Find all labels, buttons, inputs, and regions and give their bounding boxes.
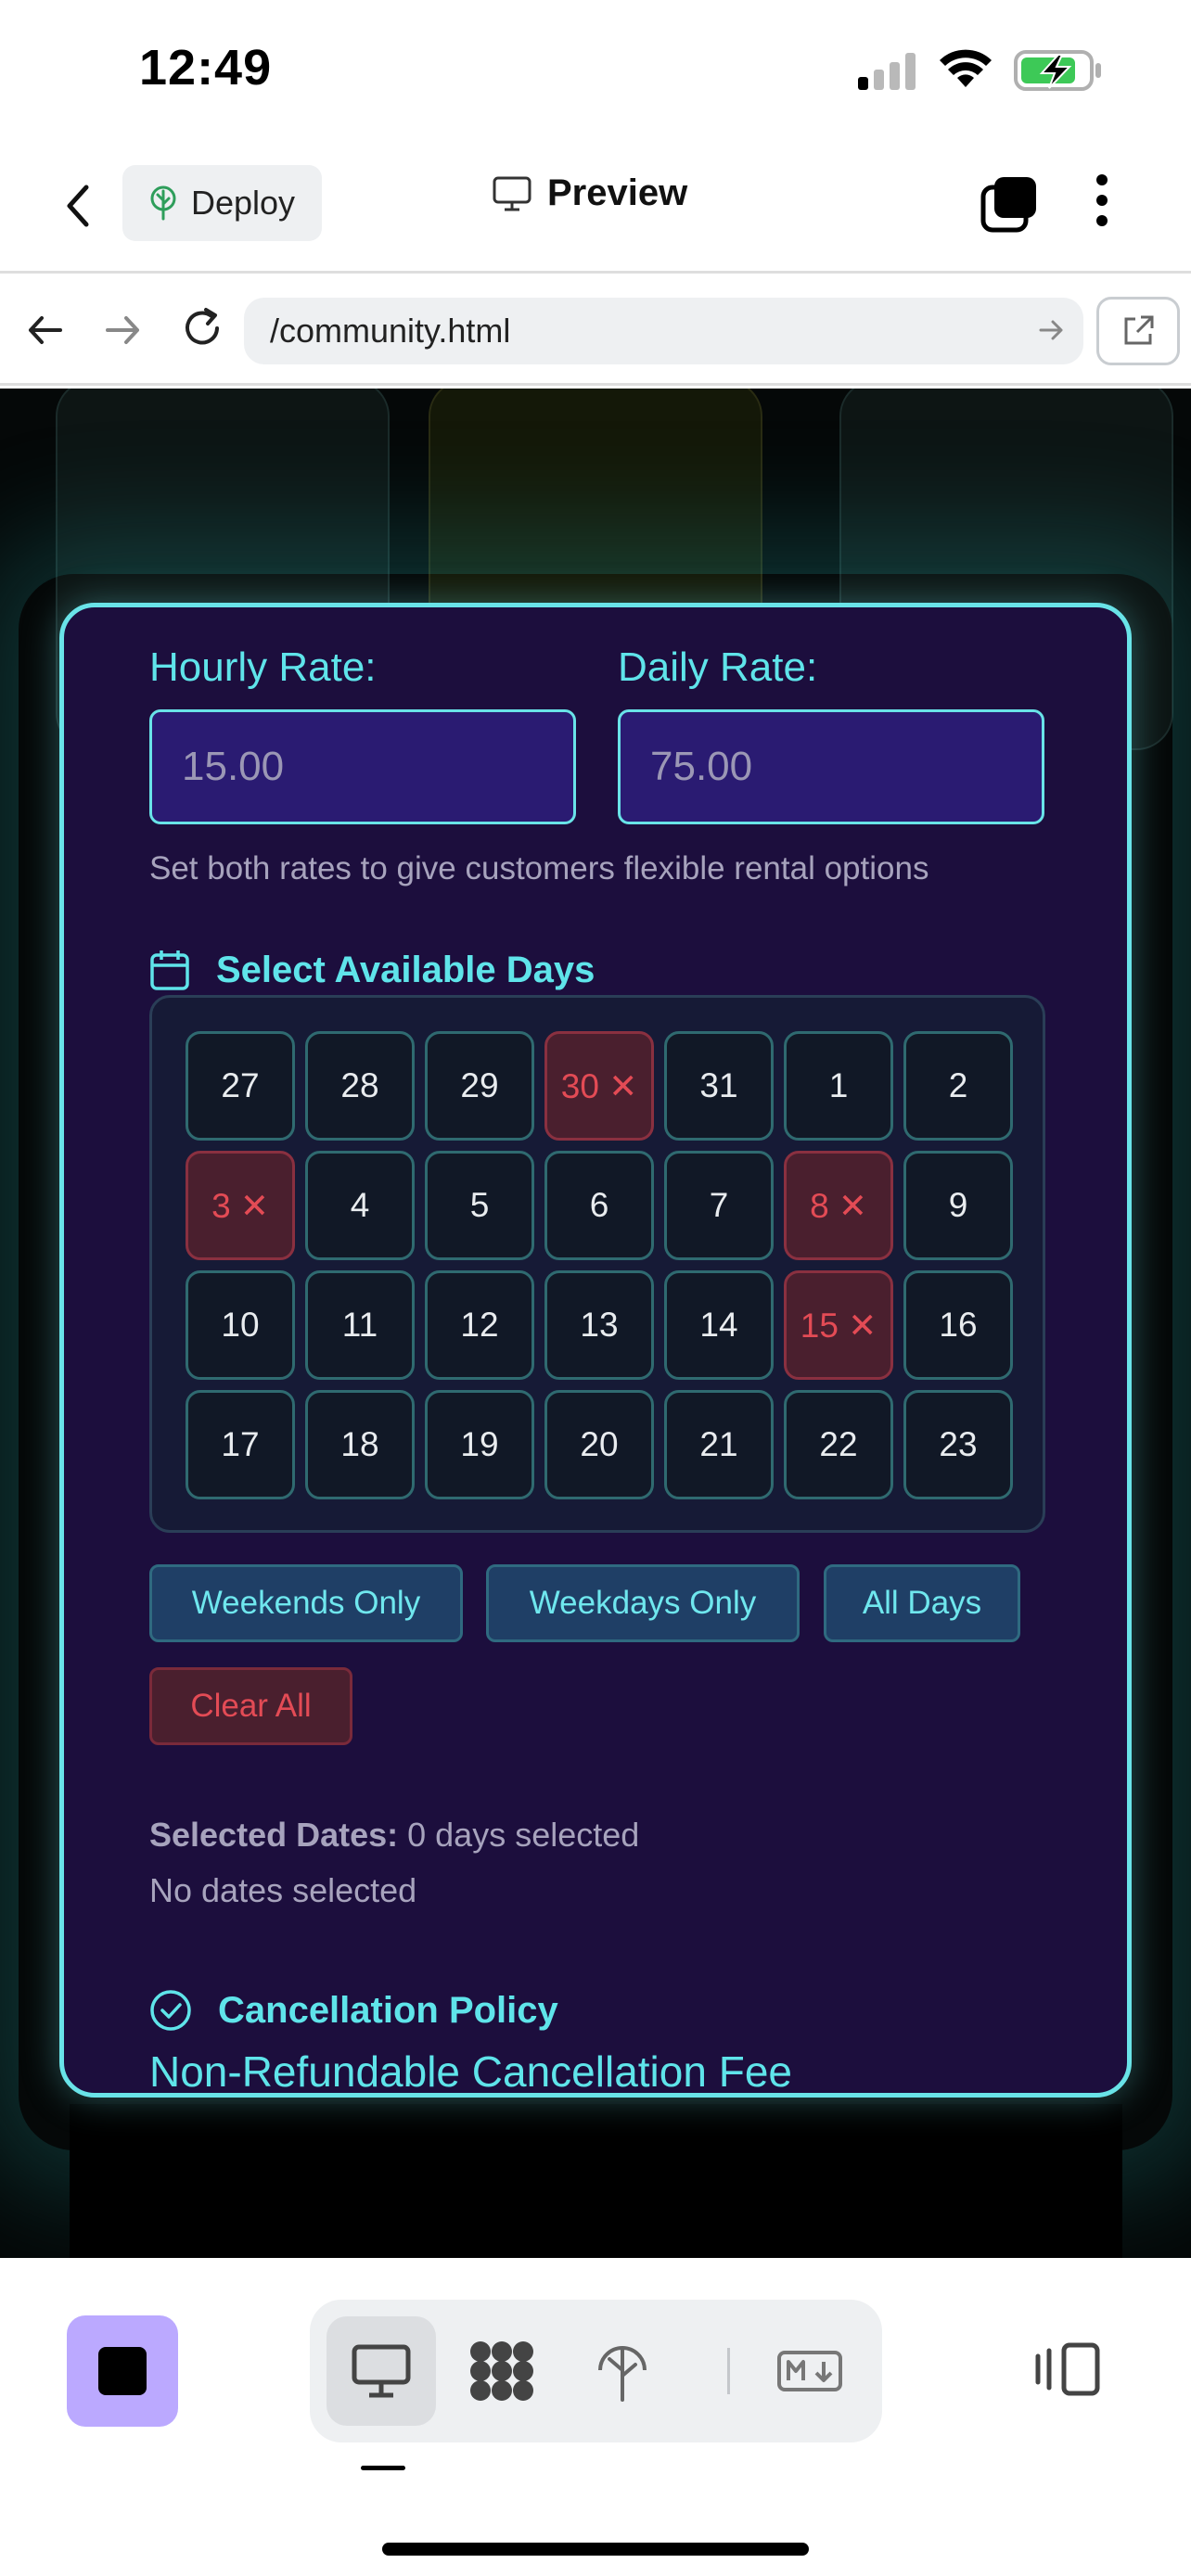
deploy-tree-icon — [150, 185, 176, 221]
monitor-icon — [352, 2344, 411, 2398]
selected-dates-count: 0 days selected — [407, 1816, 640, 1854]
day-cell[interactable]: 23 — [903, 1390, 1013, 1499]
rate-helper-text: Set both rates to give customers flexibl… — [149, 850, 929, 886]
day-cell[interactable]: 2 — [903, 1031, 1013, 1141]
preview-mode-button[interactable] — [327, 2316, 436, 2426]
calendar-icon — [150, 950, 189, 990]
preview-title: Preview — [492, 172, 687, 214]
deploy-label: Deploy — [191, 184, 296, 222]
day-cell[interactable]: 27 — [186, 1031, 295, 1141]
cancellation-title: Cancellation Policy — [218, 1989, 558, 2031]
deploy-mode-button[interactable] — [568, 2316, 677, 2426]
bottom-toolbar — [0, 2258, 1191, 2576]
day-cell[interactable]: 1 — [784, 1031, 893, 1141]
day-cell[interactable]: 18 — [305, 1390, 415, 1499]
browser-toolbar: /community.html — [0, 276, 1191, 386]
back-button[interactable] — [58, 178, 98, 234]
day-cell[interactable]: 12 — [425, 1270, 534, 1380]
app-header: Deploy Preview — [0, 139, 1191, 274]
go-arrow-icon[interactable] — [1037, 316, 1065, 344]
day-cell[interactable]: 13 — [544, 1270, 654, 1380]
cancellation-heading: Cancellation Policy — [149, 1989, 558, 2032]
cancellation-fee-label: Non-Refundable Cancellation Fee — [149, 2047, 792, 2096]
day-cell-blocked[interactable]: 30 ✕ — [544, 1031, 654, 1141]
reload-icon — [186, 308, 219, 345]
day-cell[interactable]: 31 — [664, 1031, 774, 1141]
day-cell[interactable]: 28 — [305, 1031, 415, 1141]
browser-back-button[interactable] — [23, 308, 68, 357]
markdown-mode-button[interactable] — [755, 2316, 864, 2426]
day-cell-blocked[interactable]: 3 ✕ — [186, 1151, 295, 1260]
all-days-button[interactable]: All Days — [824, 1564, 1020, 1642]
hourly-rate-label: Hourly Rate: — [149, 644, 377, 690]
reload-button[interactable] — [178, 304, 226, 357]
grid-blob-icon — [470, 2341, 533, 2401]
cellular-signal-icon — [858, 51, 918, 90]
day-cell[interactable]: 22 — [784, 1390, 893, 1499]
deploy-tree-icon — [598, 2346, 647, 2402]
day-cell-blocked[interactable]: 8 ✕ — [784, 1151, 893, 1260]
arrow-left-icon — [29, 316, 62, 344]
url-text: /community.html — [270, 312, 511, 350]
clock: 12:49 — [139, 40, 273, 96]
status-bar: 12:49 — [0, 0, 1191, 139]
web-viewport: Hourly Rate: Daily Rate: 15.00 75.00 Set… — [0, 389, 1191, 2258]
deploy-button[interactable]: Deploy — [122, 165, 322, 241]
markdown-icon — [777, 2351, 842, 2391]
page-title: Preview — [547, 172, 688, 213]
day-cell[interactable]: 20 — [544, 1390, 654, 1499]
browser-forward-button[interactable] — [100, 308, 145, 357]
clear-all-button[interactable]: Clear All — [149, 1667, 352, 1745]
check-circle-icon — [150, 1990, 191, 2031]
wifi-icon — [937, 46, 994, 94]
tabs-button[interactable] — [980, 174, 1039, 238]
weekends-only-button[interactable]: Weekends Only — [149, 1564, 463, 1642]
day-cell[interactable]: 19 — [425, 1390, 534, 1499]
stop-icon — [98, 2347, 147, 2395]
stop-button[interactable] — [67, 2315, 178, 2427]
select-days-heading: Select Available Days — [149, 949, 595, 991]
battery-icon — [1014, 49, 1103, 96]
lower-section — [70, 2104, 1122, 2258]
day-cell[interactable]: 9 — [903, 1151, 1013, 1260]
select-days-title: Select Available Days — [216, 949, 596, 990]
day-cell[interactable]: 10 — [186, 1270, 295, 1380]
code-mode-button[interactable] — [447, 2316, 557, 2426]
monitor-icon — [493, 176, 531, 210]
device-rotate-icon — [1035, 2342, 1100, 2396]
more-button[interactable] — [1095, 172, 1109, 233]
divider — [727, 2348, 730, 2394]
tabs-icon — [980, 177, 1036, 233]
selected-dates-summary: Selected Dates: 0 days selected — [149, 1816, 639, 1855]
day-cell[interactable]: 6 — [544, 1151, 654, 1260]
day-cell[interactable]: 4 — [305, 1151, 415, 1260]
rental-settings-panel: Hourly Rate: Daily Rate: 15.00 75.00 Set… — [59, 603, 1132, 2098]
active-indicator — [361, 2466, 405, 2470]
device-toggle-button[interactable] — [1034, 2341, 1101, 2402]
hourly-rate-input[interactable]: 15.00 — [149, 709, 576, 824]
day-cell[interactable]: 5 — [425, 1151, 534, 1260]
no-dates-text: No dates selected — [149, 1871, 417, 1909]
day-cell-blocked[interactable]: 15 ✕ — [784, 1270, 893, 1380]
day-cell[interactable]: 21 — [664, 1390, 774, 1499]
open-external-button[interactable] — [1096, 297, 1180, 365]
view-mode-switcher — [310, 2300, 882, 2442]
chevron-left-icon — [67, 185, 89, 227]
day-picker-grid: 27 28 29 30 ✕ 31 1 2 3 ✕ 4 5 6 7 8 ✕ 9 10 11 12 13 14 15 ✕ 1… — [149, 995, 1045, 1533]
day-cell[interactable]: 29 — [425, 1031, 534, 1141]
url-field[interactable]: /community.html — [244, 298, 1083, 364]
daily-rate-input[interactable]: 75.00 — [618, 709, 1044, 824]
daily-rate-label: Daily Rate: — [618, 644, 818, 690]
day-cell[interactable]: 17 — [186, 1390, 295, 1499]
weekdays-only-button[interactable]: Weekdays Only — [486, 1564, 800, 1642]
arrow-right-icon — [106, 316, 139, 344]
selected-dates-label: Selected Dates: — [149, 1816, 399, 1854]
day-cell[interactable]: 16 — [903, 1270, 1013, 1380]
home-indicator — [382, 2543, 809, 2556]
day-cell[interactable]: 14 — [664, 1270, 774, 1380]
more-vertical-icon — [1096, 174, 1108, 226]
day-cell[interactable]: 7 — [664, 1151, 774, 1260]
external-link-icon — [1124, 315, 1154, 345]
day-cell[interactable]: 11 — [305, 1270, 415, 1380]
